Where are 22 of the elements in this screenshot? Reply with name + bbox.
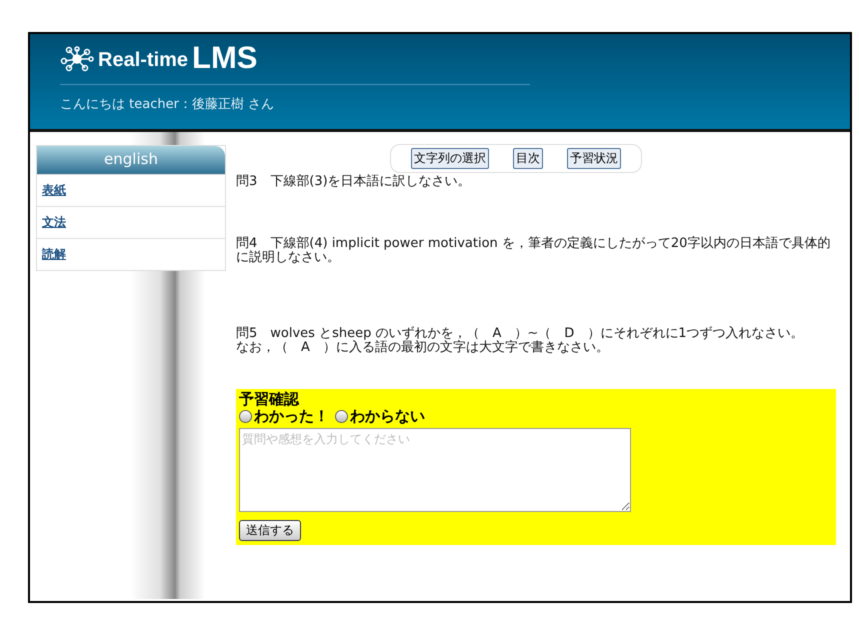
- toolbar-button[interactable]: 予習状況: [567, 148, 621, 169]
- radio-button[interactable]: [239, 410, 252, 423]
- menu-link[interactable]: 表紙: [37, 174, 225, 206]
- question-text: 問3 下線部(3)を日本語に訳しなさい。: [236, 175, 472, 189]
- question-text: 問4 下線部(4) implicit power motivation を，筆者の定義にしたがって20字以内の日本語で具体的に説明しなさい。: [236, 237, 832, 265]
- review-title: 予習確認: [239, 391, 300, 407]
- question-text: なお，（ A ）に入る語の最初の文字は大文字で書きなさい。: [236, 341, 610, 355]
- submit-button[interactable]: 送信する: [239, 520, 301, 541]
- radio-label[interactable]: わからない: [350, 407, 425, 426]
- logo-text: LMS: [192, 40, 258, 76]
- menu-link[interactable]: 読解: [37, 238, 225, 270]
- menu-title: english: [37, 146, 225, 174]
- radio-button[interactable]: [335, 410, 348, 423]
- comment-field[interactable]: 質問や感想を入力してください: [239, 428, 631, 512]
- menu-link[interactable]: 文法: [37, 206, 225, 238]
- greeting-text: こんにちは teacher：後藤正樹 さん: [60, 96, 276, 113]
- logo-text: Real-time: [98, 49, 188, 72]
- radio-label[interactable]: わかった！: [254, 407, 329, 426]
- toolbar-button[interactable]: 文字列の選択: [411, 148, 489, 169]
- question-text: 問5 wolves とsheep のいずれかを，（ A ）~（ D ）にそれぞれに1つずつ入れなさい。: [236, 327, 805, 341]
- network-logo-icon: [60, 46, 94, 72]
- toolbar-button[interactable]: 目次: [513, 148, 543, 169]
